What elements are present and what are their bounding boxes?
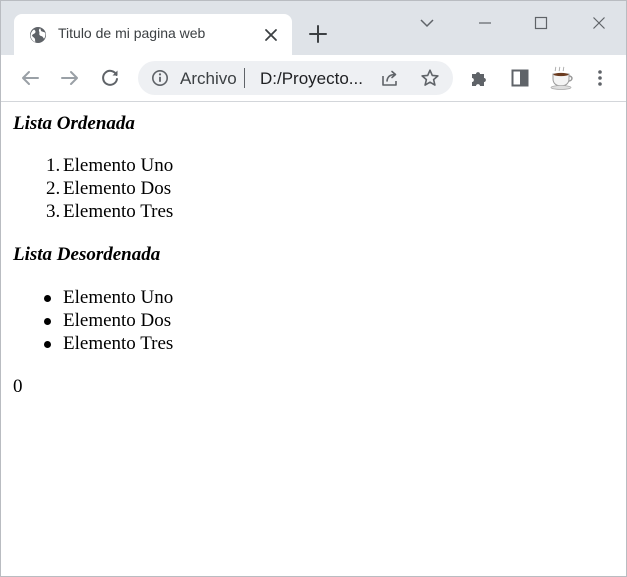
- maximize-icon[interactable]: [529, 11, 553, 35]
- unordered-list-item: Elemento Tres: [63, 333, 174, 354]
- globe-icon: [30, 27, 46, 43]
- tab-strip: Titulo de mi pagina web: [1, 1, 626, 55]
- url-text[interactable]: D:/Proyecto...: [260, 69, 363, 89]
- list-bullet: [44, 295, 51, 302]
- browser-window: Titulo de mi pagina web Archivo D:/Proye…: [0, 0, 627, 577]
- side-panel-icon[interactable]: [508, 66, 532, 90]
- close-icon[interactable]: [262, 26, 280, 44]
- plus-icon[interactable]: [306, 22, 330, 46]
- ordered-list-item: Elemento Uno: [63, 155, 174, 176]
- ordered-list-item: Elemento Tres: [63, 201, 174, 222]
- list-bullet: [44, 318, 51, 325]
- address-bar[interactable]: Archivo D:/Proyecto...: [138, 61, 453, 95]
- tab-title: Titulo de mi pagina web: [58, 25, 206, 41]
- site-scheme-label: Archivo: [180, 69, 237, 88]
- ordered-list-item: Elemento Dos: [63, 178, 172, 199]
- close-icon[interactable]: [587, 11, 611, 35]
- page-content: Lista Ordenada 1. Elemento Uno 2. Elemen…: [1, 102, 626, 576]
- browser-toolbar: Archivo D:/Proyecto...: [1, 55, 626, 102]
- back-arrow-icon[interactable]: [18, 66, 42, 90]
- omnibox-divider: [244, 68, 245, 88]
- share-icon[interactable]: [380, 68, 400, 88]
- browser-tab[interactable]: Titulo de mi pagina web: [14, 14, 292, 55]
- page-output-value: 0: [13, 376, 23, 397]
- reload-icon[interactable]: [98, 66, 122, 90]
- unordered-list-heading: Lista Desordenada: [13, 244, 161, 265]
- ordered-list-marker: 2.: [46, 178, 61, 199]
- minimize-icon[interactable]: [473, 11, 497, 35]
- star-icon[interactable]: [420, 68, 440, 88]
- ordered-list-marker: 3.: [46, 201, 61, 222]
- chevron-down-icon[interactable]: [415, 11, 439, 35]
- list-bullet: [44, 341, 51, 348]
- unordered-list-item: Elemento Uno: [63, 287, 174, 308]
- unordered-list-item: Elemento Dos: [63, 310, 172, 331]
- forward-arrow-icon[interactable]: [58, 66, 82, 90]
- coffee-cup-icon[interactable]: [548, 64, 576, 92]
- ordered-list-heading: Lista Ordenada: [13, 113, 135, 134]
- ordered-list-marker: 1.: [46, 155, 61, 176]
- kebab-menu-icon[interactable]: [588, 66, 612, 90]
- info-icon[interactable]: [151, 69, 169, 87]
- puzzle-icon[interactable]: [468, 66, 492, 90]
